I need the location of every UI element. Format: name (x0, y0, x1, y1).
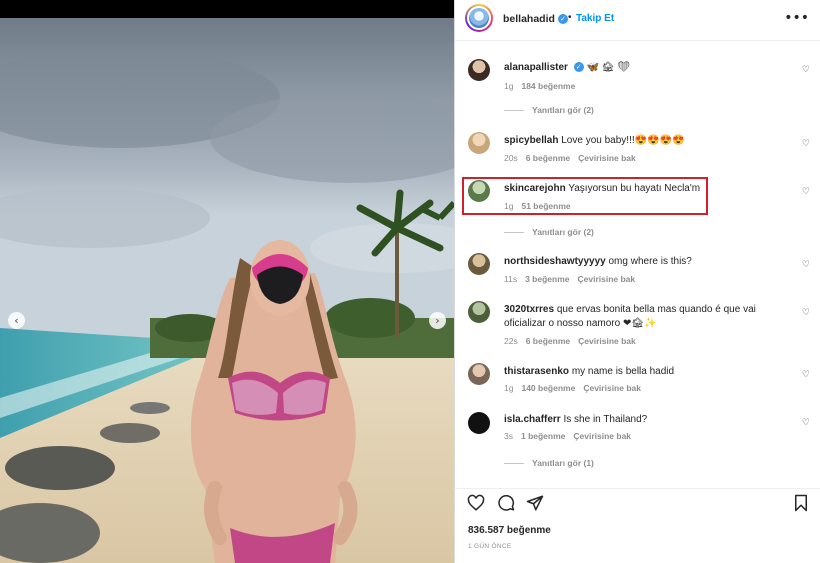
post-actions: 836.587 beğenme 1 GÜN ÖNCE (455, 488, 820, 563)
comment-time[interactable]: 1g (504, 81, 513, 91)
translate-button[interactable]: Çevirisine bak (578, 153, 636, 163)
verified-icon: ✓ (557, 14, 568, 25)
comment-username[interactable]: isla.chafferr (504, 414, 561, 425)
comment-username[interactable]: alanapallister (504, 62, 568, 73)
likes-count[interactable]: 836.587 beğenme (468, 525, 551, 536)
save-bookmark-icon[interactable] (792, 494, 810, 512)
comment-text: Is she in Thailand? (563, 414, 648, 425)
carousel-prev-button[interactable]: ‹ (8, 312, 25, 329)
like-heart-icon[interactable]: ♡ (802, 418, 810, 428)
comment-time[interactable]: 22s (504, 336, 518, 346)
comment-text: omg where is this? (608, 256, 692, 267)
translate-button[interactable]: Çevirisine bak (573, 431, 631, 441)
like-heart-icon[interactable]: ♡ (802, 370, 810, 380)
verified-icon: ✓ (573, 62, 584, 73)
comment-likes[interactable]: 6 beğenme (526, 336, 570, 346)
comment-username[interactable]: 3020txrres (504, 304, 554, 315)
comment-likes[interactable]: 1 beğenme (521, 431, 565, 441)
translate-button[interactable]: Çevirisine bak (577, 274, 635, 284)
post-panel: bellahadid ✓ • Takip Et ••• alanapalliste… (454, 0, 820, 563)
comment-username[interactable]: northsideshawtyyyyy (504, 256, 606, 267)
avatar[interactable] (468, 132, 490, 154)
like-heart-icon[interactable] (467, 494, 485, 512)
more-options-icon[interactable]: ••• (784, 10, 809, 26)
avatar[interactable] (468, 412, 490, 434)
avatar[interactable] (468, 253, 490, 275)
comment-text: 🦋 🏚 ❤ (586, 62, 630, 73)
post-photo[interactable]: ‹ › (0, 18, 454, 563)
follow-button[interactable]: Takip Et (576, 13, 614, 24)
like-heart-icon[interactable]: ♡ (802, 308, 810, 318)
separator-dot: • (568, 12, 572, 23)
comment-likes[interactable]: 184 beğenme (521, 81, 575, 91)
comment-likes[interactable]: 3 beğenme (525, 274, 569, 284)
comment-time[interactable]: 20s (504, 153, 518, 163)
comment-username[interactable]: spicybellah (504, 135, 558, 146)
comment-username[interactable]: thistarasenko (504, 366, 569, 377)
translate-button[interactable]: Çevirisine bak (578, 336, 636, 346)
view-replies-button[interactable]: Yanıtları gör (2) (504, 227, 594, 237)
avatar[interactable] (468, 301, 490, 323)
comment-text: Love you baby!!!😍😍😍😍 (561, 135, 685, 146)
comments-list[interactable]: alanapallister ✓ 🦋 🏚 ❤ 1g 184 beğenme ♡ Y… (455, 41, 820, 488)
comment-likes[interactable]: 6 beğenme (526, 153, 570, 163)
author-username[interactable]: bellahadid ✓ (503, 13, 568, 25)
highlight-box (462, 177, 708, 215)
comment-time[interactable]: 3s (504, 431, 513, 441)
author-avatar[interactable] (465, 4, 493, 32)
avatar[interactable] (468, 363, 490, 385)
comment-text: my name is bella hadid (571, 366, 675, 377)
post-header: bellahadid ✓ • Takip Et ••• (455, 0, 820, 41)
like-heart-icon[interactable]: ♡ (802, 139, 810, 149)
like-heart-icon[interactable]: ♡ (802, 65, 810, 75)
like-heart-icon[interactable]: ♡ (802, 187, 810, 197)
comment-icon[interactable] (497, 494, 515, 512)
share-icon[interactable] (526, 494, 544, 512)
beach-photo (0, 18, 454, 563)
translate-button[interactable]: Çevirisine bak (583, 383, 641, 393)
view-replies-button[interactable]: Yanıtları gör (2) (504, 105, 594, 115)
post-date[interactable]: 1 GÜN ÖNCE (468, 543, 511, 550)
comment-time[interactable]: 1g (504, 383, 513, 393)
like-heart-icon[interactable]: ♡ (802, 260, 810, 270)
carousel-next-button[interactable]: › (429, 312, 446, 329)
avatar[interactable] (468, 59, 490, 81)
comment-likes[interactable]: 140 beğenme (521, 383, 575, 393)
comment-time[interactable]: 11s (504, 274, 517, 284)
view-replies-button[interactable]: Yanıtları gör (1) (504, 458, 594, 468)
